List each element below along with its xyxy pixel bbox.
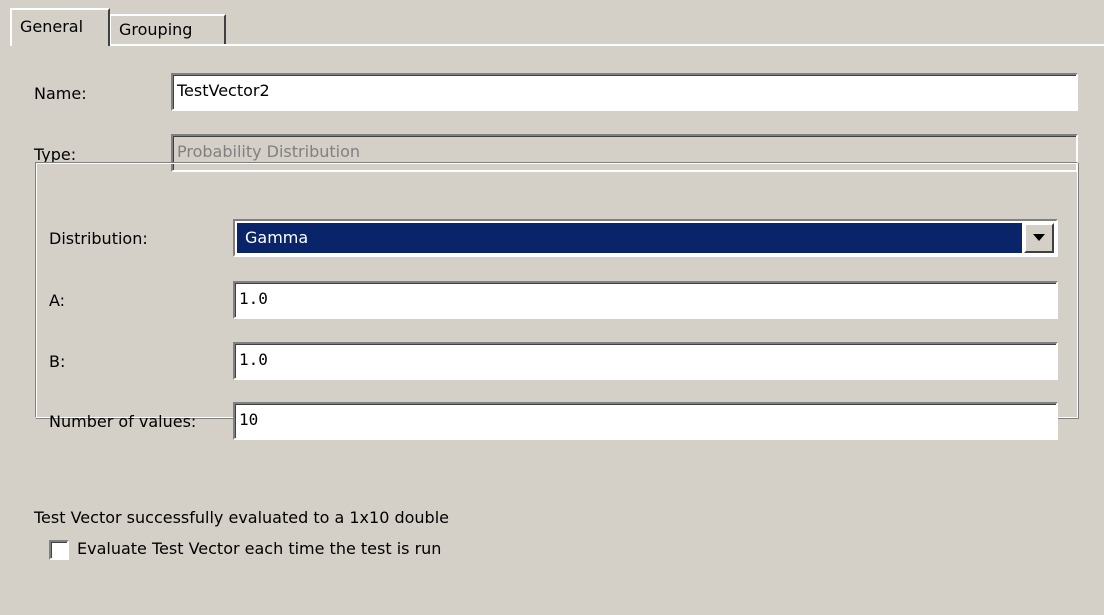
evaluate-checkbox[interactable] [49, 540, 69, 560]
distribution-selected-value: Gamma [237, 223, 1022, 253]
a-label: A: [49, 291, 66, 310]
tab-grouping[interactable]: Grouping [110, 14, 226, 46]
b-label: B: [49, 352, 66, 371]
distribution-label: Distribution: [49, 229, 148, 248]
b-field[interactable]: 1.0 [233, 342, 1058, 380]
evaluate-checkbox-label[interactable]: Evaluate Test Vector each time the test … [77, 539, 441, 558]
tab-general[interactable]: General [10, 8, 110, 46]
distribution-select[interactable]: Gamma [233, 219, 1058, 257]
name-field[interactable]: TestVector2 [171, 73, 1078, 111]
number-of-values-label: Number of values: [49, 412, 197, 431]
name-label: Name: [34, 84, 87, 103]
number-of-values-field[interactable]: 10 [233, 402, 1058, 440]
tab-strip: General Grouping [10, 8, 1100, 46]
tab-divider [10, 44, 1104, 46]
status-message: Test Vector successfully evaluated to a … [34, 508, 449, 527]
chevron-down-icon [1033, 234, 1045, 241]
dropdown-button[interactable] [1024, 223, 1054, 253]
a-field[interactable]: 1.0 [233, 281, 1058, 319]
